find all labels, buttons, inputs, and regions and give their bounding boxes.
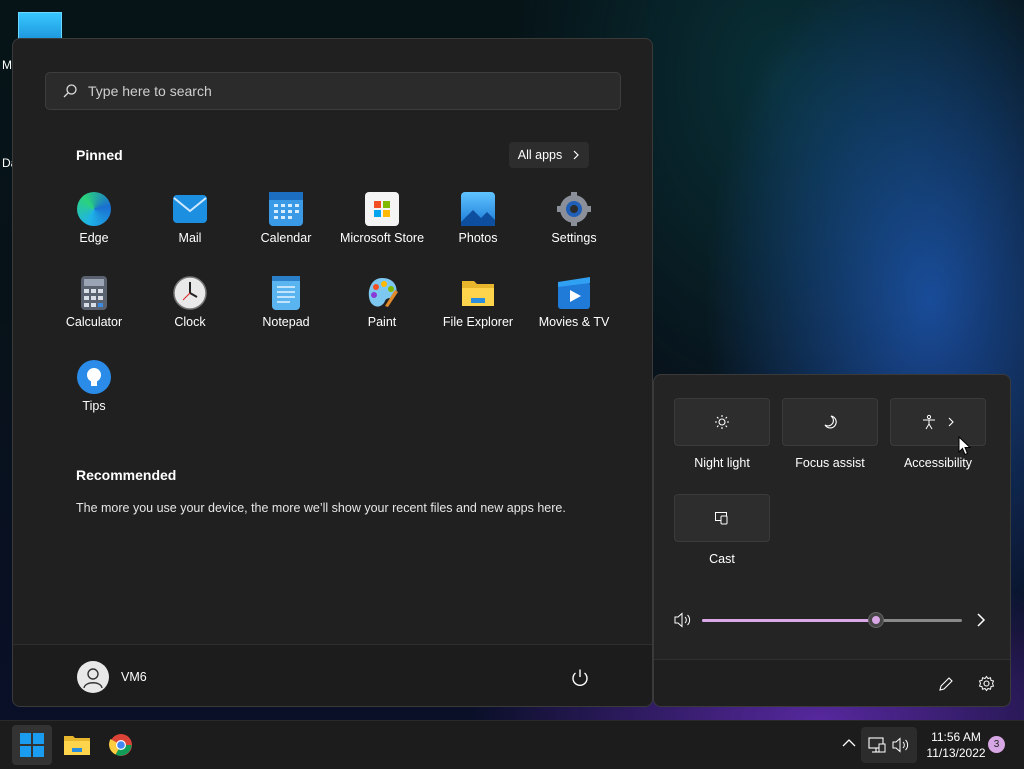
search-box[interactable]: Type here to search	[45, 72, 621, 110]
pinned-title: Pinned	[76, 147, 123, 163]
taskbar-file-explorer[interactable]	[57, 725, 97, 765]
pinned-app-calendar[interactable]: Calendar	[238, 187, 334, 267]
mouse-cursor-icon	[958, 436, 971, 456]
app-label: Movies & TV	[538, 315, 610, 329]
volume-slider-thumb[interactable]	[868, 612, 885, 628]
paint-icon	[365, 276, 399, 310]
system-tray-status[interactable]	[861, 727, 917, 763]
quick-settings-footer	[654, 659, 1010, 706]
cast-toggle[interactable]	[674, 494, 770, 542]
avatar[interactable]	[77, 661, 109, 693]
volume-slider-fill	[702, 619, 877, 622]
clock-date: 11/13/2022	[926, 746, 986, 760]
pinned-app-movies-tv[interactable]: Movies & TV	[526, 271, 622, 351]
edit-pencil-icon[interactable]	[938, 676, 954, 692]
accessibility-label: Accessibility	[903, 456, 973, 470]
edge-icon	[77, 192, 111, 226]
pinned-app-tips[interactable]: Tips	[46, 355, 142, 435]
calculator-icon	[81, 276, 107, 310]
app-label: Notepad	[262, 315, 310, 329]
desktop-icon-label: M	[2, 58, 12, 72]
app-label: Mail	[178, 231, 202, 245]
volume-slider[interactable]	[702, 612, 962, 628]
recommended-title: Recommended	[76, 467, 177, 483]
pinned-app-settings[interactable]: Settings	[526, 187, 622, 267]
taskbar-chrome[interactable]	[101, 725, 141, 765]
settings-icon	[557, 192, 591, 226]
power-button[interactable]	[569, 667, 591, 689]
app-label: Tips	[82, 399, 106, 413]
app-label: Microsoft Store	[339, 231, 425, 245]
speaker-icon	[892, 737, 909, 753]
windows-logo-icon	[20, 733, 44, 757]
chevron-right-icon[interactable]	[976, 613, 986, 627]
gear-icon[interactable]	[978, 675, 995, 692]
chevron-right-icon	[573, 150, 580, 160]
clock-time: 11:56 AM	[931, 730, 981, 744]
focus-assist-label: Focus assist	[795, 456, 865, 470]
notification-badge[interactable]: 3	[988, 736, 1005, 753]
start-menu: Type here to search Pinned All apps Edge…	[12, 38, 653, 707]
pinned-app-clock[interactable]: Clock	[142, 271, 238, 351]
app-label: Calculator	[65, 315, 123, 329]
moon-icon	[824, 415, 837, 429]
pinned-app-mail[interactable]: Mail	[142, 187, 238, 267]
pinned-app-calculator[interactable]: Calculator	[46, 271, 142, 351]
accessibility-toggle[interactable]	[890, 398, 986, 446]
accessibility-icon	[923, 414, 935, 430]
mail-icon	[173, 195, 207, 223]
pinned-app-photos[interactable]: Photos	[430, 187, 526, 267]
recommended-empty-text: The more you use your device, the more w…	[76, 501, 566, 515]
volume-icon[interactable]	[674, 612, 692, 628]
all-apps-label: All apps	[517, 148, 563, 162]
clock-icon	[173, 276, 207, 310]
app-label: Paint	[367, 315, 397, 329]
app-label: File Explorer	[442, 315, 514, 329]
app-label: Photos	[458, 231, 498, 245]
chrome-icon	[109, 734, 132, 756]
folder-icon	[461, 276, 495, 310]
chevron-up-icon[interactable]	[842, 738, 856, 748]
search-icon	[63, 84, 77, 98]
network-icon	[868, 737, 886, 753]
chevron-right-icon	[948, 417, 954, 427]
movies-icon	[557, 276, 591, 310]
night-light-toggle[interactable]	[674, 398, 770, 446]
cast-label: Cast	[709, 552, 735, 566]
pinned-app-paint[interactable]: Paint	[334, 271, 430, 351]
folder-icon	[64, 736, 90, 755]
notepad-icon	[272, 276, 300, 310]
pinned-app-edge[interactable]: Edge	[46, 187, 142, 267]
search-placeholder: Type here to search	[88, 83, 212, 99]
pinned-app-file-explorer[interactable]: File Explorer	[430, 271, 526, 351]
photos-icon	[461, 192, 495, 226]
night-light-icon	[715, 415, 729, 429]
taskbar: 11:56 AM 11/13/2022 3	[0, 720, 1024, 769]
power-icon	[572, 669, 588, 687]
app-label: Settings	[551, 231, 597, 245]
night-light-label: Night light	[694, 456, 750, 470]
app-label: Edge	[79, 231, 109, 245]
pinned-app-notepad[interactable]: Notepad	[238, 271, 334, 351]
cast-icon	[715, 512, 728, 525]
app-label: Clock	[174, 315, 206, 329]
focus-assist-toggle[interactable]	[782, 398, 878, 446]
all-apps-button[interactable]: All apps	[509, 142, 589, 168]
user-icon	[83, 668, 103, 689]
clock-display[interactable]: 11:56 AM 11/13/2022	[918, 729, 994, 761]
user-name: VM6	[121, 670, 147, 684]
store-icon	[365, 192, 399, 226]
start-button[interactable]	[12, 725, 52, 765]
app-label: Calendar	[260, 231, 312, 245]
tips-icon	[77, 360, 111, 394]
user-bar: VM6	[13, 644, 652, 706]
calendar-icon	[269, 192, 303, 226]
pinned-app-microsoft-store[interactable]: Microsoft Store	[334, 187, 430, 267]
quick-settings-panel: Night light Focus assist Accessibility C…	[653, 374, 1011, 707]
